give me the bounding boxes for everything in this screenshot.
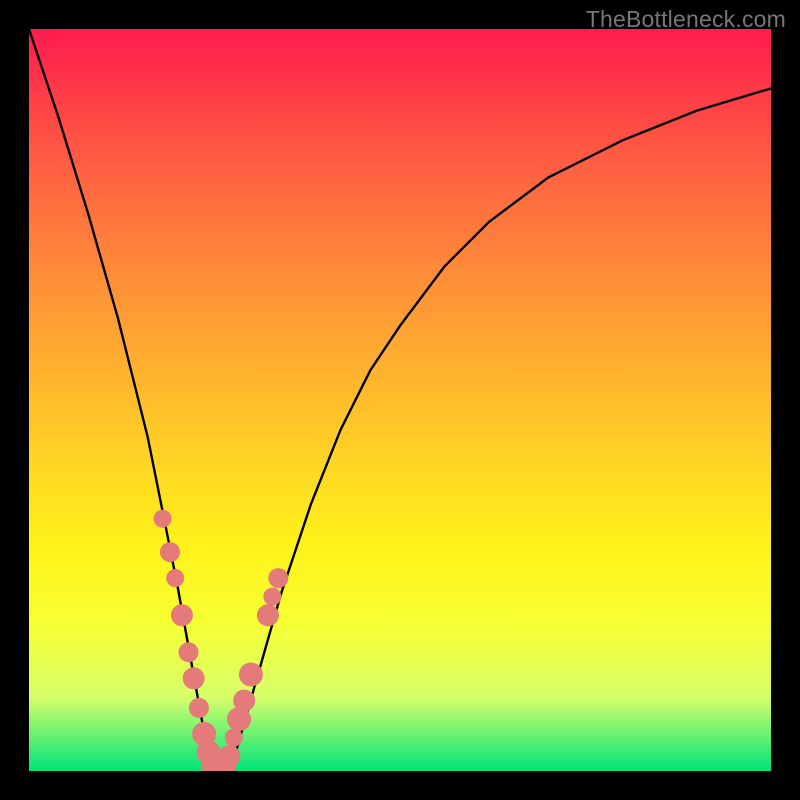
data-dot (154, 510, 172, 528)
data-dot (183, 667, 205, 689)
data-dot (171, 604, 193, 626)
data-dot (239, 663, 263, 687)
data-dot (257, 604, 279, 626)
data-dot (179, 642, 199, 662)
right-arm-dot-group (211, 568, 288, 771)
bottleneck-curve (29, 29, 771, 771)
data-dot (166, 569, 184, 587)
data-dot (268, 568, 288, 588)
data-dot (263, 588, 281, 606)
data-dot (189, 698, 209, 718)
chart-plot-area (29, 29, 771, 771)
data-dot (218, 745, 240, 767)
bottleneck-curve-svg (29, 29, 771, 771)
left-arm-dot-group (154, 510, 225, 771)
data-dot (233, 690, 255, 712)
data-dot (225, 729, 243, 747)
data-dot (160, 542, 180, 562)
